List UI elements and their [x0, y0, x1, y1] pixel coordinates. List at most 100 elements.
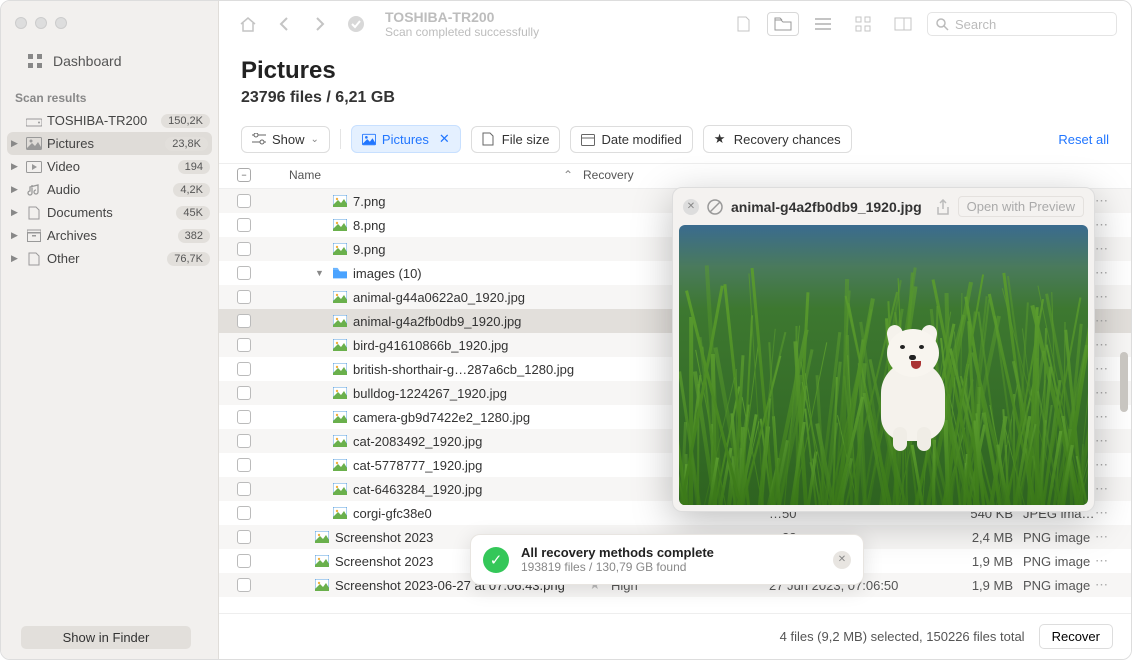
more-icon[interactable]: ⋯ [1095, 265, 1109, 281]
view-folder-icon[interactable] [767, 12, 799, 36]
more-icon[interactable]: ⋯ [1095, 553, 1109, 569]
row-checkbox[interactable] [237, 410, 251, 424]
size-filter-button[interactable]: File size [471, 126, 561, 153]
row-checkbox[interactable] [237, 458, 251, 472]
cell-kind: PNG image [1013, 554, 1095, 569]
show-filter-button[interactable]: Show ⌄ [241, 126, 330, 153]
close-icon[interactable]: ✕ [683, 199, 699, 215]
home-icon[interactable] [233, 11, 263, 37]
chevron-down-icon[interactable]: ▼ [315, 268, 327, 278]
sidebar-item-archives[interactable]: ▶ Archives 382 [1, 224, 218, 247]
chevron-right-icon[interactable]: ▶ [11, 138, 21, 149]
recovery-filter-button[interactable]: ★ Recovery chances [703, 125, 852, 153]
page-title: Pictures [241, 57, 1109, 85]
file-image-icon [333, 458, 347, 472]
pictures-filter-chip[interactable]: Pictures ✕ [351, 125, 461, 153]
cell-filename: animal-g4a2fb0db9_1920.jpg [353, 314, 521, 329]
row-checkbox[interactable] [237, 194, 251, 208]
row-checkbox[interactable] [237, 362, 251, 376]
cell-filename: cat-5778777_1920.jpg [353, 458, 482, 473]
chevron-right-icon[interactable]: ▶ [11, 253, 21, 264]
grid-icon [27, 53, 43, 69]
cell-filename: 8.png [353, 218, 386, 233]
view-list-icon[interactable] [807, 12, 839, 36]
sidebar-item-drive[interactable]: TOSHIBA-TR200 150,2K [1, 109, 218, 132]
col-recovery[interactable]: Recovery [583, 168, 783, 182]
search-input[interactable]: Search [927, 12, 1117, 36]
cell-filename: camera-gb9d7422e2_1280.jpg [353, 410, 530, 425]
row-checkbox[interactable] [237, 338, 251, 352]
row-checkbox[interactable] [237, 554, 251, 568]
check-circle-icon [341, 11, 371, 37]
chevron-right-icon[interactable]: ▶ [11, 161, 21, 172]
more-icon[interactable]: ⋯ [1095, 193, 1109, 209]
cell-size: 2,4 MB [939, 530, 1013, 545]
view-columns-icon[interactable] [887, 12, 919, 36]
close-dot[interactable] [15, 17, 27, 29]
view-doc-icon[interactable] [727, 12, 759, 36]
toolbar: TOSHIBA-TR200 Scan completed successfull… [219, 1, 1131, 43]
more-icon[interactable]: ⋯ [1095, 385, 1109, 401]
open-with-preview-button[interactable]: Open with Preview [958, 196, 1084, 217]
dismiss-icon[interactable]: ✕ [833, 551, 851, 569]
view-grid-icon[interactable] [847, 12, 879, 36]
file-icon [482, 132, 496, 146]
forward-icon[interactable] [305, 11, 335, 37]
more-icon[interactable]: ⋯ [1095, 289, 1109, 305]
sort-icon[interactable]: ⌃ [563, 168, 583, 182]
row-checkbox[interactable] [237, 530, 251, 544]
preview-filename: animal-g4a2fb0db9_1920.jpg [731, 199, 928, 215]
recover-button[interactable]: Recover [1039, 624, 1113, 649]
file-image-icon [333, 218, 347, 232]
more-icon[interactable]: ⋯ [1095, 529, 1109, 545]
search-icon [936, 18, 949, 31]
minimize-dot[interactable] [35, 17, 47, 29]
sidebar-item-video[interactable]: ▶ Video 194 [1, 155, 218, 178]
more-icon[interactable]: ⋯ [1095, 313, 1109, 329]
back-icon[interactable] [269, 11, 299, 37]
toolbar-subtitle: Scan completed successfully [385, 25, 721, 39]
sidebar-item-other[interactable]: ▶ Other 76,7K [1, 247, 218, 270]
header-checkbox[interactable]: − [237, 168, 251, 182]
remove-filter-icon[interactable]: ✕ [439, 131, 450, 147]
row-checkbox[interactable] [237, 386, 251, 400]
show-in-finder-button[interactable]: Show in Finder [21, 626, 191, 649]
sidebar-item-documents[interactable]: ▶ Documents 45K [1, 201, 218, 224]
date-filter-button[interactable]: Date modified [570, 126, 692, 153]
file-image-icon [315, 530, 329, 544]
row-checkbox[interactable] [237, 578, 251, 592]
reset-all-link[interactable]: Reset all [1058, 132, 1109, 147]
more-icon[interactable]: ⋯ [1095, 481, 1109, 497]
more-icon[interactable]: ⋯ [1095, 217, 1109, 233]
chevron-right-icon[interactable]: ▶ [11, 184, 21, 195]
sidebar-item-pictures[interactable]: ▶ Pictures 23,8K [7, 132, 212, 155]
more-icon[interactable]: ⋯ [1095, 337, 1109, 353]
row-checkbox[interactable] [237, 482, 251, 496]
table-header: − Name ⌃ Recovery [219, 163, 1131, 189]
dashboard-link[interactable]: Dashboard [1, 43, 218, 85]
file-image-icon [315, 554, 329, 568]
calendar-icon [581, 133, 595, 146]
more-icon[interactable]: ⋯ [1095, 457, 1109, 473]
more-icon[interactable]: ⋯ [1095, 577, 1109, 593]
row-checkbox[interactable] [237, 266, 251, 280]
more-icon[interactable]: ⋯ [1095, 433, 1109, 449]
zoom-dot[interactable] [55, 17, 67, 29]
chevron-right-icon[interactable]: ▶ [11, 207, 21, 218]
scrollbar-thumb[interactable] [1120, 352, 1128, 412]
row-checkbox[interactable] [237, 434, 251, 448]
sidebar-item-audio[interactable]: ▶ Audio 4,2K [1, 178, 218, 201]
row-checkbox[interactable] [237, 242, 251, 256]
share-icon[interactable] [936, 199, 950, 215]
row-checkbox[interactable] [237, 218, 251, 232]
more-icon[interactable]: ⋯ [1095, 361, 1109, 377]
more-icon[interactable]: ⋯ [1095, 409, 1109, 425]
more-icon[interactable]: ⋯ [1095, 505, 1109, 521]
row-checkbox[interactable] [237, 314, 251, 328]
more-icon[interactable]: ⋯ [1095, 241, 1109, 257]
col-name[interactable]: Name [259, 168, 563, 182]
row-checkbox[interactable] [237, 290, 251, 304]
check-icon: ✓ [483, 547, 509, 573]
row-checkbox[interactable] [237, 506, 251, 520]
chevron-right-icon[interactable]: ▶ [11, 230, 21, 241]
